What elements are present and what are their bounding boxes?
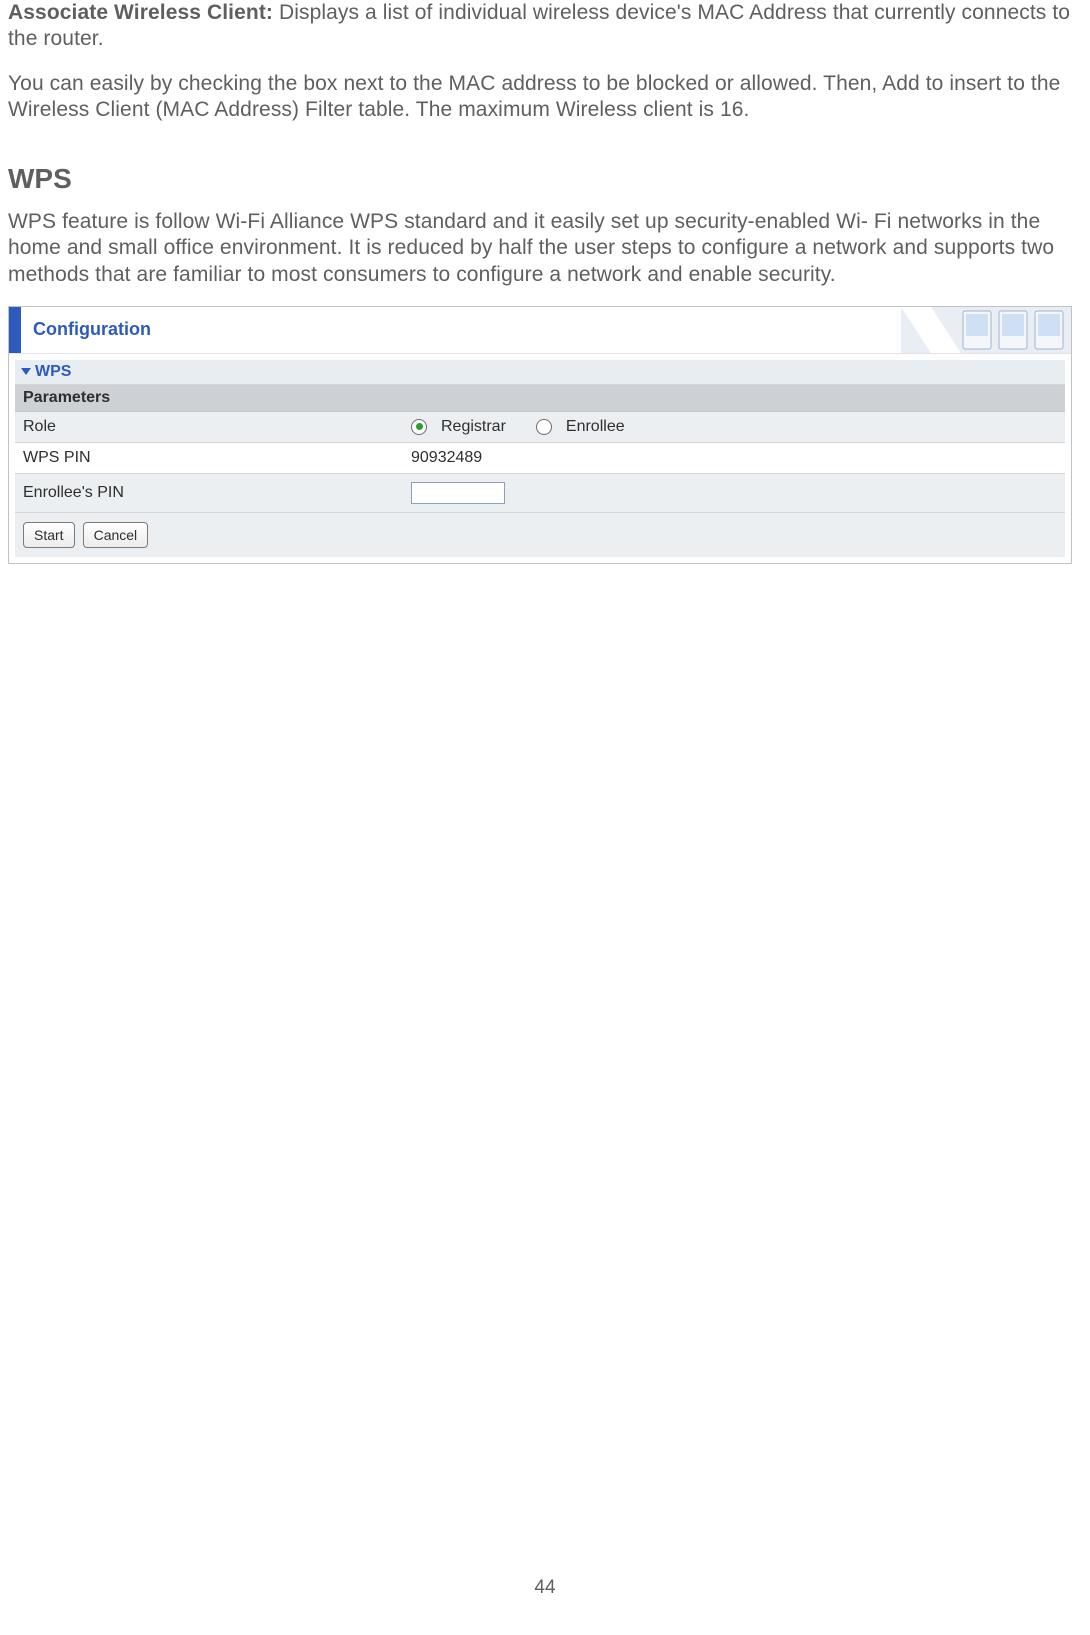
chevron-down-icon — [21, 368, 31, 375]
cancel-button[interactable]: Cancel — [83, 522, 149, 548]
role-radio-enrollee[interactable] — [536, 419, 552, 435]
awc-label: Associate Wireless Client: — [8, 1, 273, 24]
role-radio-registrar[interactable] — [411, 419, 427, 435]
start-button[interactable]: Start — [23, 522, 75, 548]
panel-header: Configuration — [9, 307, 1071, 354]
row-enrollee-pin-label: Enrollee's PIN — [15, 484, 411, 502]
button-row: Start Cancel — [15, 513, 1065, 557]
enrollee-pin-input[interactable] — [411, 482, 505, 504]
wps-heading: WPS — [8, 163, 1082, 195]
panel-body: WPS Parameters Role Registrar Enrollee W… — [9, 354, 1071, 563]
row-role: Role Registrar Enrollee — [15, 412, 1065, 443]
page-number: 44 — [0, 1577, 1090, 1599]
header-stripe — [9, 307, 21, 353]
role-option-enrollee: Enrollee — [566, 418, 625, 436]
role-option-registrar: Registrar — [441, 418, 506, 436]
panel-title: Configuration — [33, 319, 151, 340]
parameters-bar: Parameters — [15, 385, 1065, 412]
row-enrollee-pin: Enrollee's PIN — [15, 474, 1065, 513]
awc-paragraph-2: You can easily by checking the box next … — [8, 71, 1082, 124]
header-art — [901, 307, 1071, 353]
row-wps-pin-label: WPS PIN — [15, 449, 411, 467]
wps-pin-value: 90932489 — [411, 449, 482, 467]
row-wps-pin: WPS PIN 90932489 — [15, 443, 1065, 474]
section-bar[interactable]: WPS — [15, 360, 1065, 385]
parameters-title: Parameters — [23, 389, 110, 407]
row-role-label: Role — [15, 418, 411, 436]
awc-paragraph: Associate Wireless Client: Displays a li… — [8, 0, 1082, 53]
config-panel: Configuration WPS Par — [8, 306, 1072, 564]
section-title: WPS — [35, 363, 71, 381]
wps-description: WPS feature is follow Wi-Fi Alliance WPS… — [8, 209, 1082, 288]
